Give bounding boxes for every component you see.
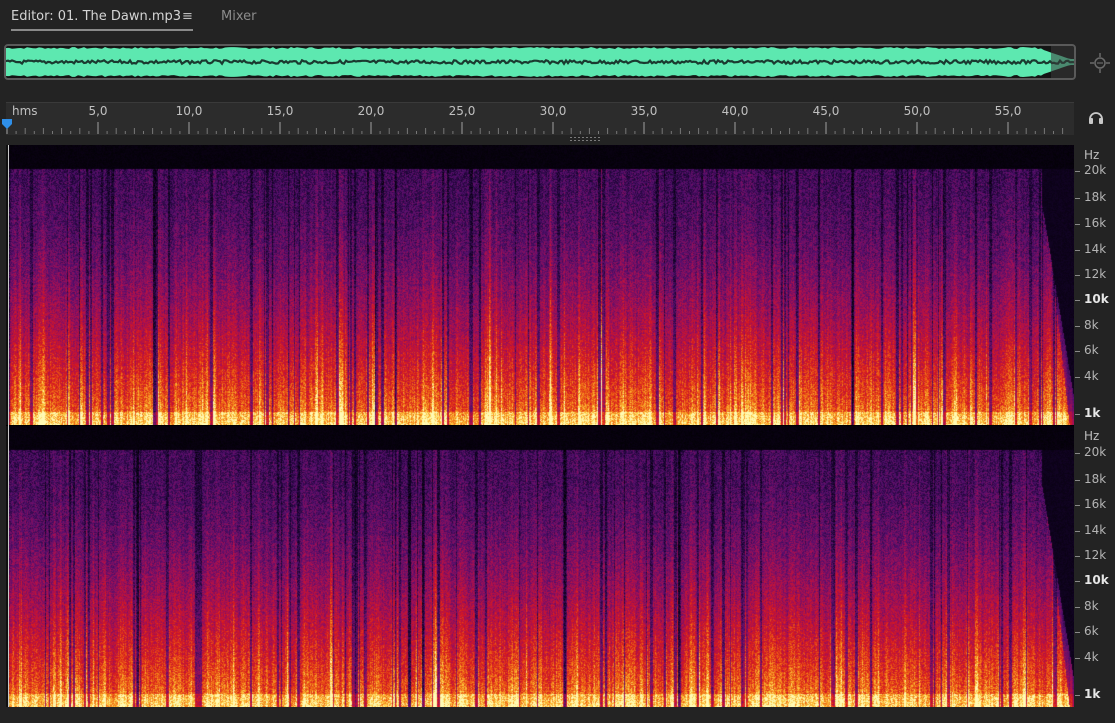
frequency-label: 1k <box>1084 687 1101 701</box>
frequency-label: 12k <box>1084 548 1107 562</box>
frequency-label: 8k <box>1084 318 1099 332</box>
frequency-label: 20k <box>1084 445 1107 459</box>
ruler-tick-label: 10,0 <box>175 104 203 118</box>
frequency-tick <box>1075 351 1080 352</box>
spectrogram-channel-left[interactable] <box>6 145 1074 425</box>
frequency-label: 12k <box>1084 267 1107 281</box>
frequency-label: 20k <box>1084 163 1107 177</box>
ruler-tick-label: 50,0 <box>903 104 931 118</box>
active-tab-indicator <box>11 29 193 31</box>
frequency-tick <box>1075 250 1080 251</box>
ruler-tick-label: 40,0 <box>721 104 749 118</box>
ruler-tick-label: 20,0 <box>357 104 385 118</box>
frequency-label: 6k <box>1084 343 1099 357</box>
frequency-tick <box>1075 480 1080 481</box>
frequency-label: 10k <box>1084 573 1109 587</box>
playhead-marker-icon[interactable] <box>1 118 13 130</box>
spectral-frequency-display[interactable] <box>6 145 1074 707</box>
ruler-tick-label: 5,0 <box>88 104 108 118</box>
playhead-line <box>8 145 9 707</box>
frequency-label: 8k <box>1084 599 1099 613</box>
frequency-tick <box>1075 453 1080 454</box>
frequency-label: 16k <box>1084 216 1107 230</box>
frequency-tick <box>1075 658 1080 659</box>
overview-waveform[interactable] <box>4 44 1076 80</box>
panel-resize-handle[interactable] <box>570 137 602 141</box>
frequency-label: 18k <box>1084 190 1107 204</box>
ruler-tick-label: 55,0 <box>994 104 1022 118</box>
frequency-label: 4k <box>1084 369 1099 383</box>
frequency-tick <box>1075 414 1080 415</box>
frequency-tick <box>1075 326 1080 327</box>
frequency-tick <box>1075 300 1080 301</box>
frequency-tick <box>1075 198 1080 199</box>
ruler-tick-label: 25,0 <box>448 104 476 118</box>
frequency-tick <box>1075 695 1080 696</box>
frequency-tick <box>1075 275 1080 276</box>
ruler-tick-label: 45,0 <box>812 104 840 118</box>
bottom-scroll-area <box>0 707 1115 723</box>
spectrogram-channel-right[interactable] <box>6 426 1074 707</box>
tab-mixer[interactable]: Mixer <box>221 9 256 24</box>
frequency-label: 1k <box>1084 406 1101 420</box>
frequency-label: 4k <box>1084 650 1099 664</box>
ruler-unit-label: hms <box>12 104 38 118</box>
zoom-to-fit-icon[interactable] <box>1089 52 1111 74</box>
frequency-tick <box>1075 632 1080 633</box>
frequency-tick <box>1075 581 1080 582</box>
frequency-tick <box>1075 224 1080 225</box>
frequency-unit-label: Hz <box>1084 429 1100 443</box>
tab-menu-icon[interactable]: ≡ <box>182 9 193 24</box>
overview-end-region <box>1051 46 1074 78</box>
frequency-tick <box>1075 531 1080 532</box>
frequency-label: 16k <box>1084 497 1107 511</box>
frequency-label: 18k <box>1084 472 1107 486</box>
ruler-tick-label: 30,0 <box>539 104 567 118</box>
frequency-tick <box>1075 607 1080 608</box>
ruler-tick-label: 35,0 <box>630 104 658 118</box>
frequency-label: 10k <box>1084 292 1109 306</box>
frequency-tick <box>1075 505 1080 506</box>
frequency-tick <box>1075 556 1080 557</box>
tab-editor[interactable]: Editor: 01. The Dawn.mp3 <box>11 9 181 24</box>
frequency-tick <box>1075 171 1080 172</box>
frequency-label: 14k <box>1084 242 1107 256</box>
frequency-tick <box>1075 377 1080 378</box>
frequency-label: 6k <box>1084 624 1099 638</box>
ruler-tick-label: 15,0 <box>266 104 294 118</box>
headphones-icon[interactable] <box>1087 108 1105 126</box>
frequency-label: 14k <box>1084 523 1107 537</box>
overview-waveform-graphic <box>6 46 1074 78</box>
frequency-unit-label: Hz <box>1084 148 1100 162</box>
